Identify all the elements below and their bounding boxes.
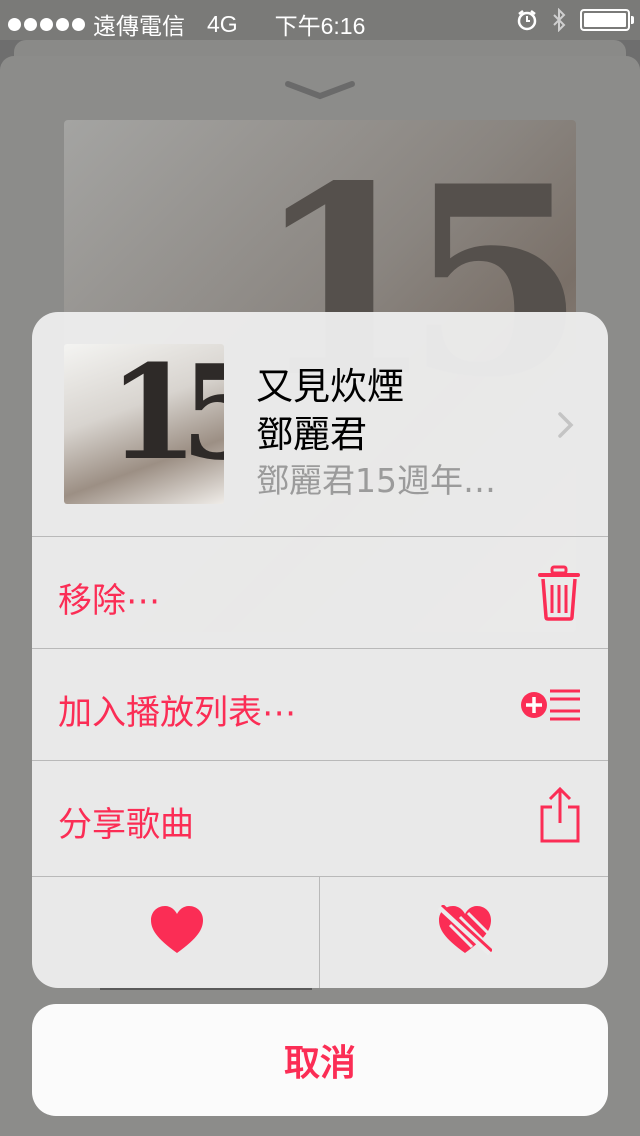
add-to-playlist-label: 加入播放列表⋯ [58,693,296,733]
song-title: 又見炊煙 [256,365,404,408]
remove-button[interactable]: 移除⋯ [32,536,608,648]
love-dislike-row [32,876,608,988]
trash-icon [538,565,580,621]
share-song-label: 分享歌曲 [58,805,194,845]
battery-icon [580,9,634,31]
album-artwork: 15 [64,344,224,504]
cancel-button[interactable]: 取消 [32,1004,608,1116]
bluetooth-icon [553,8,566,32]
love-button[interactable] [32,877,320,988]
dismiss-chevron-icon [285,81,355,100]
status-bar: 遠傳電信 4G 下午6:16 [0,0,640,40]
share-icon [540,786,580,843]
song-action-sheet: 15 又見炊煙 鄧麗君 鄧麗君15週年… 移除⋯ 加入播放列表⋯ 分享歌曲 [32,312,608,988]
song-album: 鄧麗君15週年… [256,461,496,500]
chevron-right-icon [558,412,574,438]
song-info-header[interactable]: 15 又見炊煙 鄧麗君 鄧麗君15週年… [32,312,608,536]
remove-label: 移除⋯ [58,581,160,621]
dislike-heart-icon [438,905,492,955]
add-to-playlist-button[interactable]: 加入播放列表⋯ [32,648,608,760]
alarm-icon [517,10,537,31]
song-artist: 鄧麗君 [256,413,367,456]
add-to-playlist-icon [521,689,580,721]
dislike-button[interactable] [320,877,608,988]
heart-icon [151,906,203,953]
share-song-button[interactable]: 分享歌曲 [32,760,608,872]
